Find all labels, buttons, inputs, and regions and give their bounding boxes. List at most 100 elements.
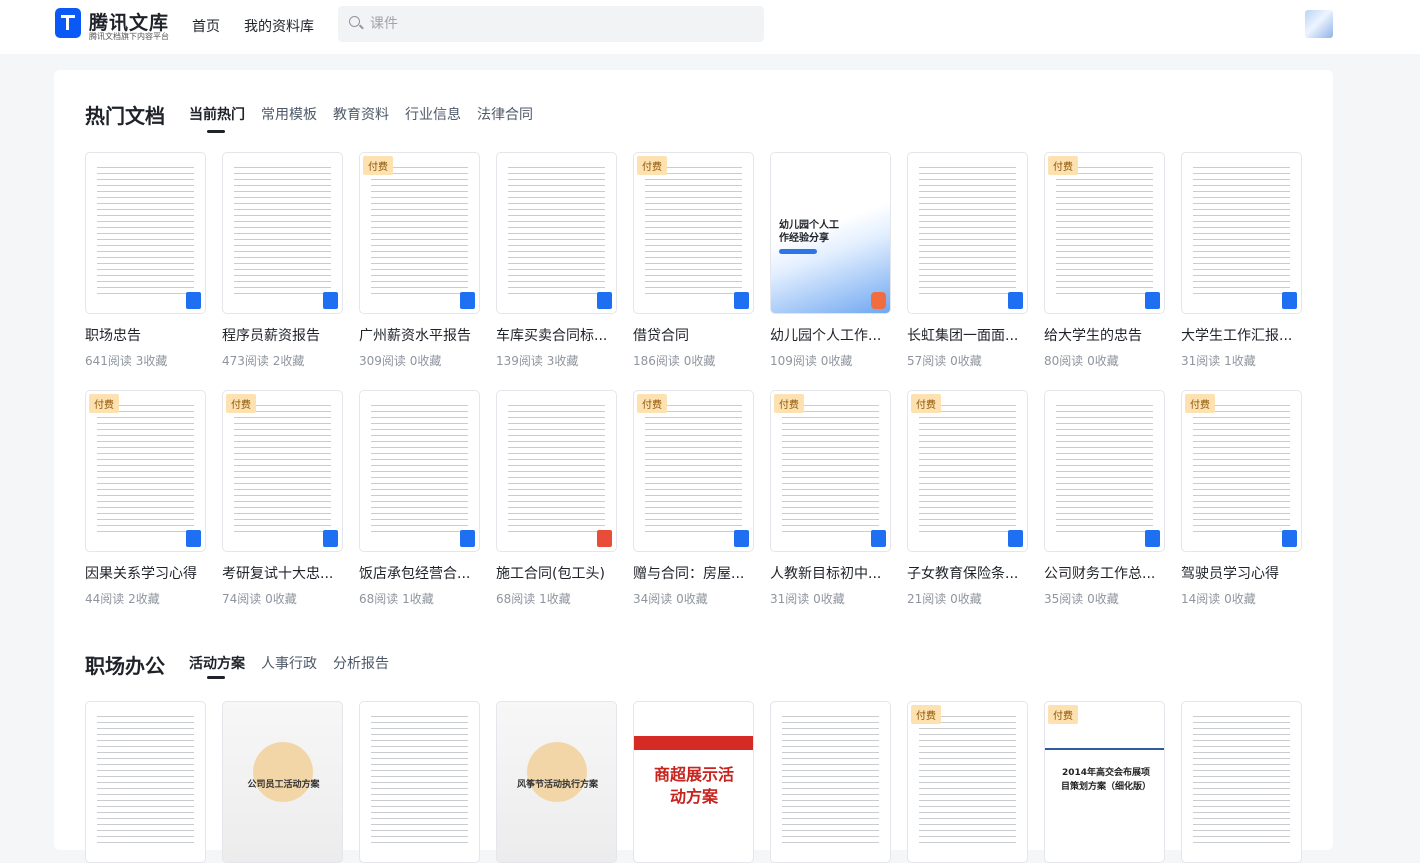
tencent-docs-logo-icon[interactable] (55, 8, 81, 38)
doc-thumbnail[interactable]: 付费 (359, 152, 480, 314)
doc-card[interactable]: 大学生工作汇报... 31阅读 1收藏 (1181, 152, 1302, 368)
search-input[interactable] (370, 6, 750, 42)
doc-card[interactable]: 车库买卖合同标... 139阅读 3收藏 (496, 152, 617, 368)
doc-thumbnail[interactable] (496, 390, 617, 552)
tab-hr-admin[interactable]: 人事行政 (261, 653, 317, 673)
word-file-icon (460, 292, 475, 309)
doc-thumbnail[interactable]: 付费 2014年高交会布展项目策划方案（细化版） (1044, 701, 1165, 863)
doc-thumbnail[interactable]: 付费 (1181, 390, 1302, 552)
doc-thumbnail[interactable] (907, 152, 1028, 314)
doc-card[interactable]: 付费 2014年高交会布展项目策划方案（细化版） (1044, 701, 1165, 863)
doc-thumbnail[interactable] (1044, 390, 1165, 552)
tab-legal-contracts[interactable]: 法律合同 (477, 104, 533, 124)
doc-thumbnail[interactable] (359, 390, 480, 552)
doc-card[interactable]: 付费 给大学生的忠告 80阅读 0收藏 (1044, 152, 1165, 368)
doc-title[interactable]: 公司财务工作总... (1044, 563, 1168, 583)
doc-card[interactable]: 施工合同(包工头) 68阅读 1收藏 (496, 390, 617, 606)
tab-common-templates[interactable]: 常用模板 (261, 104, 317, 124)
doc-thumbnail[interactable]: 幼儿园个人工作经验分享 (770, 152, 891, 314)
tab-industry-info[interactable]: 行业信息 (405, 104, 461, 124)
doc-card[interactable]: 幼儿园个人工作经验分享 幼儿园个人工作... 109阅读 0收藏 (770, 152, 891, 368)
doc-thumbnail[interactable] (85, 701, 206, 863)
doc-card[interactable]: 风筝节活动执行方案 (496, 701, 617, 863)
doc-thumbnail[interactable]: 付费 (907, 701, 1028, 863)
doc-card[interactable]: 付费 (907, 701, 1028, 863)
word-file-icon (323, 530, 338, 547)
doc-title[interactable]: 给大学生的忠告 (1044, 325, 1168, 345)
doc-title[interactable]: 饭店承包经营合... (359, 563, 483, 583)
doc-card[interactable]: 付费 因果关系学习心得 44阅读 2收藏 (85, 390, 206, 606)
brand-slogan: 腾讯文档旗下内容平台 (89, 32, 169, 41)
doc-thumbnail[interactable]: 付费 (770, 390, 891, 552)
doc-card[interactable] (1181, 701, 1302, 863)
tab-activity-plans[interactable]: 活动方案 (189, 653, 245, 673)
doc-thumbnail[interactable] (1181, 152, 1302, 314)
doc-card[interactable]: 付费 人教新目标初中... 31阅读 0收藏 (770, 390, 891, 606)
doc-card[interactable]: 付费 赠与合同：房屋... 34阅读 0收藏 (633, 390, 754, 606)
doc-thumbnail[interactable]: 付费 (907, 390, 1028, 552)
doc-title[interactable]: 大学生工作汇报... (1181, 325, 1305, 345)
doc-card[interactable] (770, 701, 891, 863)
doc-card[interactable]: 公司员工活动方案 (222, 701, 343, 863)
doc-thumbnail[interactable]: 付费 (1044, 152, 1165, 314)
nav-my-library[interactable]: 我的资料库 (244, 16, 314, 36)
doc-thumbnail[interactable]: 付费 (633, 152, 754, 314)
word-file-icon (323, 292, 338, 309)
doc-stats: 109阅读 0收藏 (770, 354, 853, 368)
doc-thumbnail[interactable] (85, 152, 206, 314)
doc-thumbnail[interactable] (1181, 701, 1302, 863)
paid-badge: 付费 (637, 394, 667, 413)
doc-card[interactable]: 商超展示活动方案 (633, 701, 754, 863)
ppt-cover-title: 幼儿园个人工作经验分享 (779, 220, 839, 244)
doc-card[interactable]: 付费 考研复试十大忠... 74阅读 0收藏 (222, 390, 343, 606)
doc-thumbnail[interactable] (770, 701, 891, 863)
tab-current-hot[interactable]: 当前热门 (189, 104, 245, 124)
doc-title[interactable]: 考研复试十大忠... (222, 563, 346, 583)
doc-thumbnail[interactable] (359, 701, 480, 863)
doc-card[interactable]: 职场忠告 641阅读 3收藏 (85, 152, 206, 368)
doc-title[interactable]: 子女教育保险条... (907, 563, 1031, 583)
doc-thumbnail[interactable]: 付费 (633, 390, 754, 552)
doc-thumbnail[interactable]: 付费 (85, 390, 206, 552)
doc-title[interactable]: 程序员薪资报告 (222, 325, 346, 345)
doc-card[interactable] (359, 701, 480, 863)
doc-card[interactable]: 饭店承包经营合... 68阅读 1收藏 (359, 390, 480, 606)
doc-title[interactable]: 驾驶员学习心得 (1181, 563, 1305, 583)
doc-title[interactable]: 职场忠告 (85, 325, 209, 345)
doc-thumbnail[interactable]: 公司员工活动方案 (222, 701, 343, 863)
tab-analysis-reports[interactable]: 分析报告 (333, 653, 389, 673)
cover-title: 公司员工活动方案 (247, 780, 320, 790)
section-title-workplace-office: 职场办公 (85, 654, 165, 678)
doc-title[interactable]: 因果关系学习心得 (85, 563, 209, 583)
search-bar[interactable] (338, 6, 764, 42)
doc-card[interactable]: 长虹集团一面面... 57阅读 0收藏 (907, 152, 1028, 368)
doc-thumbnail[interactable]: 商超展示活动方案 (633, 701, 754, 863)
doc-card[interactable]: 付费 广州薪资水平报告 309阅读 0收藏 (359, 152, 480, 368)
doc-card[interactable]: 付费 驾驶员学习心得 14阅读 0收藏 (1181, 390, 1302, 606)
doc-title[interactable]: 车库买卖合同标... (496, 325, 620, 345)
doc-title[interactable]: 广州薪资水平报告 (359, 325, 483, 345)
doc-title[interactable]: 人教新目标初中... (770, 563, 894, 583)
doc-stats: 641阅读 3收藏 (85, 354, 168, 368)
doc-thumbnail[interactable] (496, 152, 617, 314)
user-avatar[interactable] (1305, 10, 1333, 38)
tab-education[interactable]: 教育资料 (333, 104, 389, 124)
word-file-icon (186, 530, 201, 547)
nav-home[interactable]: 首页 (192, 16, 220, 36)
doc-title[interactable]: 长虹集团一面面... (907, 325, 1031, 345)
doc-card[interactable]: 程序员薪资报告 473阅读 2收藏 (222, 152, 343, 368)
doc-thumbnail[interactable]: 风筝节活动执行方案 (496, 701, 617, 863)
doc-card[interactable]: 付费 子女教育保险条... 21阅读 0收藏 (907, 390, 1028, 606)
doc-title[interactable]: 幼儿园个人工作... (770, 325, 894, 345)
doc-card[interactable]: 付费 借贷合同 186阅读 0收藏 (633, 152, 754, 368)
ppt-file-icon (871, 292, 886, 309)
doc-thumbnail[interactable] (222, 152, 343, 314)
doc-card[interactable] (85, 701, 206, 863)
doc-card[interactable]: 公司财务工作总... 35阅读 0收藏 (1044, 390, 1165, 606)
doc-title[interactable]: 施工合同(包工头) (496, 563, 620, 583)
doc-title[interactable]: 借贷合同 (633, 325, 757, 345)
doc-thumbnail[interactable]: 付费 (222, 390, 343, 552)
word-file-icon (871, 530, 886, 547)
doc-stats: 31阅读 0收藏 (770, 592, 845, 606)
doc-title[interactable]: 赠与合同：房屋... (633, 563, 757, 583)
